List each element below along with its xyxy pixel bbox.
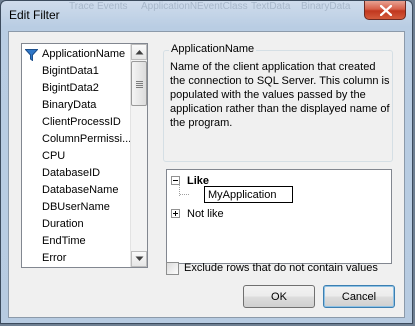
list-item-error[interactable]: Error — [22, 250, 130, 267]
list-item-label: ClientProcessID — [42, 116, 121, 128]
ghost-text-4: TextData — [251, 1, 291, 12]
list-item-databasename[interactable]: DatabaseName — [22, 182, 130, 199]
exclude-rows-label[interactable]: Exclude rows that do not contain values — [184, 262, 378, 274]
ghost-text-2: ApplicationN — [141, 1, 198, 12]
description-text: Name of the client application that crea… — [170, 61, 390, 129]
list-item-label: DBUserName — [42, 201, 110, 213]
list-item-duration[interactable]: Duration — [22, 216, 130, 233]
list-item-label: Duration — [42, 218, 84, 230]
list-item-label: Error — [42, 252, 67, 264]
list-item-dbusername[interactable]: DBUserName — [22, 199, 130, 216]
like-value-input[interactable] — [204, 186, 293, 203]
filter-tree[interactable]: Like Not like — [166, 169, 392, 264]
title-bar[interactable]: Trace Events ApplicationN EventClass Tex… — [1, 1, 412, 31]
list-item-binarydata[interactable]: BinaryData — [22, 97, 130, 114]
close-button[interactable] — [364, 1, 406, 20]
grip-line — [136, 81, 143, 82]
list-item-label: DatabaseName — [42, 184, 119, 196]
column-list-items: ApplicationName BigintData1 BigintData2 … — [22, 46, 130, 267]
chevron-down-icon — [135, 256, 144, 261]
list-item-label: BigintData2 — [42, 82, 99, 94]
grip-line — [136, 85, 143, 86]
column-list[interactable]: ApplicationName BigintData1 BigintData2 … — [21, 43, 148, 268]
description-group: ApplicationName Name of the client appli… — [163, 43, 393, 162]
tree-connector — [180, 194, 189, 196]
ok-button[interactable]: OK — [243, 285, 315, 308]
filter-funnel-icon — [25, 49, 38, 61]
exclude-rows-checkbox[interactable] — [166, 262, 179, 275]
list-item-label: EndTime — [42, 235, 86, 247]
list-item-label: BinaryData — [42, 99, 97, 111]
scroll-thumb[interactable] — [131, 61, 147, 106]
scroll-down-button[interactable] — [131, 251, 147, 267]
column-list-scrollbar[interactable] — [130, 44, 147, 267]
list-item-label: DatabaseID — [42, 167, 101, 179]
ghost-text-1: Trace Events — [69, 1, 128, 12]
description-heading: ApplicationName — [169, 43, 257, 55]
edit-filter-dialog: Trace Events ApplicationN EventClass Tex… — [0, 0, 413, 324]
close-icon — [380, 5, 392, 16]
ghost-text-3: EventClass — [197, 1, 248, 12]
list-item-clientprocessid[interactable]: ClientProcessID — [22, 114, 130, 131]
list-item-applicationname[interactable]: ApplicationName — [22, 46, 130, 63]
list-item-bigintdata1[interactable]: BigintData1 — [22, 63, 130, 80]
list-item-endtime[interactable]: EndTime — [22, 233, 130, 250]
list-item-label: CPU — [42, 150, 66, 162]
scroll-up-button[interactable] — [131, 44, 147, 60]
tree-label-not-like: Not like — [187, 208, 224, 220]
tree-node-like[interactable]: Like — [171, 174, 371, 203]
list-item-label: ApplicationName — [42, 48, 126, 60]
ghost-text-5: BinaryData — [301, 1, 351, 12]
chevron-up-icon — [135, 50, 144, 55]
dialog-body: ApplicationName BigintData1 BigintData2 … — [8, 31, 405, 318]
list-item-bigintdata2[interactable]: BigintData2 — [22, 80, 130, 97]
list-item-label: BigintData1 — [42, 65, 99, 77]
window-title: Edit Filter — [9, 8, 60, 22]
tree-node-not-like[interactable]: Not like — [171, 207, 371, 221]
tree-expander-plus-icon[interactable] — [171, 209, 180, 218]
cancel-button[interactable]: Cancel — [323, 285, 395, 308]
list-item-columnpermissions[interactable]: ColumnPermissi... — [22, 131, 130, 148]
list-item-cpu[interactable]: CPU — [22, 148, 130, 165]
grip-line — [136, 87, 143, 88]
grip-line — [136, 83, 143, 84]
list-item-label: ColumnPermissi... — [42, 133, 130, 145]
list-item-databaseid[interactable]: DatabaseID — [22, 165, 130, 182]
